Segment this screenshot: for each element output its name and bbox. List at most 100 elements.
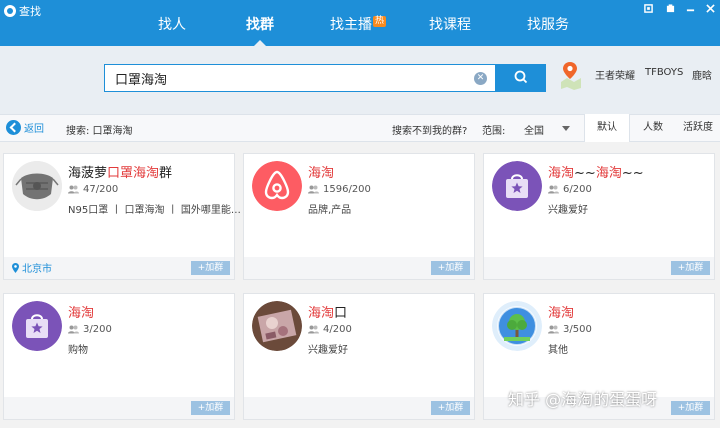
join-group-button[interactable]: +加群 <box>191 261 230 275</box>
search-area: ✕ 王者荣耀 TFBOYS 鹿晗 <box>0 46 720 114</box>
group-tags: 购物 <box>68 345 88 356</box>
group-title[interactable]: 海淘~~海淘~~ <box>548 162 644 181</box>
search-button[interactable] <box>496 64 546 92</box>
tab-label: 找主播 <box>329 17 372 33</box>
members-icon <box>308 325 319 334</box>
title-highlight: 海淘 <box>308 166 335 181</box>
tab-find-groups[interactable]: 找群 <box>234 12 286 46</box>
group-card[interactable]: 海淘口 4/200 兴趣爱好 +加群 <box>243 293 475 420</box>
title-highlight: 海淘 <box>308 306 335 321</box>
member-count: 1596/200 <box>308 184 371 195</box>
join-group-button[interactable]: +加群 <box>671 401 710 415</box>
range-select[interactable]: 全国 <box>524 122 544 137</box>
join-group-button[interactable]: +加群 <box>431 401 470 415</box>
title-highlight: 海淘 <box>595 166 622 181</box>
chevron-down-icon[interactable] <box>562 126 570 131</box>
search-box: ✕ <box>104 64 496 92</box>
nav-tabs: 找人 找群 找主播热 找课程 找服务 <box>0 12 720 46</box>
location: 北京市 <box>12 260 52 275</box>
title-part: 群 <box>159 166 173 181</box>
watermark: 知乎 @海淘的蛋蛋呀 <box>508 390 658 409</box>
group-title[interactable]: 海淘口 <box>308 302 347 321</box>
member-count: 3/200 <box>68 324 112 335</box>
member-count-text: 3/500 <box>563 324 592 335</box>
group-title[interactable]: 海淘 <box>308 162 334 181</box>
back-arrow-icon <box>6 120 21 135</box>
back-button[interactable]: 返回 <box>6 120 44 135</box>
title-highlight: 海淘 <box>548 306 575 321</box>
hot-word[interactable]: 王者荣耀 <box>595 67 635 82</box>
member-count: 3/500 <box>548 324 592 335</box>
results-toolbar: 返回 搜索: 口罩海淘 搜索不到我的群? 范围: 全国 默认 人数 活跃度 <box>0 114 720 142</box>
member-count: 47/200 <box>68 184 118 195</box>
member-count-text: 1596/200 <box>323 184 371 195</box>
sort-tab-default[interactable]: 默认 <box>584 114 630 142</box>
shopping-bag-avatar <box>492 161 542 211</box>
search-input[interactable] <box>115 69 465 87</box>
card-footer: 北京市 +加群 <box>4 257 234 279</box>
member-count: 4/200 <box>308 324 352 335</box>
shopping-bag-avatar <box>12 301 62 351</box>
members-icon <box>548 185 559 194</box>
sort-tab-members[interactable]: 人数 <box>630 114 676 142</box>
members-icon <box>68 185 79 194</box>
search-icon <box>514 70 528 83</box>
hot-word[interactable]: TFBOYS <box>645 67 683 78</box>
card-footer: +加群 <box>484 257 714 279</box>
join-group-button[interactable]: +加群 <box>431 261 470 275</box>
airbnb-logo-avatar <box>252 161 302 211</box>
card-footer: +加群 <box>4 397 234 419</box>
hot-word[interactable]: 鹿晗 <box>692 67 712 82</box>
group-tags: 兴趣爱好 <box>308 345 348 356</box>
not-found-link[interactable]: 搜索不到我的群? <box>392 122 467 137</box>
title-part: 海菠萝 <box>68 166 108 181</box>
member-count-text: 4/200 <box>323 324 352 335</box>
group-card[interactable]: 海淘 3/200 购物 +加群 <box>3 293 235 420</box>
globe-tree-avatar <box>492 301 542 351</box>
tab-label: 找服务 <box>527 17 569 33</box>
title-highlight: 海淘 <box>68 306 95 321</box>
tab-find-streamers[interactable]: 找主播热 <box>324 12 392 46</box>
group-tags: 其他 <box>548 345 568 356</box>
title-part: 口 <box>334 306 348 321</box>
member-count-text: 6/200 <box>563 184 592 195</box>
member-count-text: 3/200 <box>83 324 112 335</box>
member-count-text: 47/200 <box>83 184 119 195</box>
hot-badge: 热 <box>372 16 386 27</box>
group-title[interactable]: 海淘 <box>68 302 94 321</box>
location-pin-icon[interactable] <box>558 60 584 90</box>
join-group-button[interactable]: +加群 <box>671 261 710 275</box>
join-group-button[interactable]: +加群 <box>191 401 230 415</box>
card-footer: +加群 <box>244 397 474 419</box>
sort-tab-activity[interactable]: 活跃度 <box>676 114 720 142</box>
tab-label: 找课程 <box>429 17 471 33</box>
group-tags: N95口罩 丨 口罩海淘 丨 国外哪里能… <box>68 205 241 216</box>
group-card[interactable]: 海菠萝口罩海淘群 47/200 N95口罩 丨 口罩海淘 丨 国外哪里能… 北京… <box>3 153 241 280</box>
member-count: 6/200 <box>548 184 592 195</box>
title-highlight: 海淘 <box>548 166 575 181</box>
range-label: 范围: <box>482 126 506 137</box>
clear-icon[interactable]: ✕ <box>474 72 487 85</box>
title-part: ~~ <box>621 166 644 181</box>
search-query-label: 搜索: 口罩海淘 <box>66 126 133 137</box>
group-title[interactable]: 海菠萝口罩海淘群 <box>68 162 172 181</box>
group-card[interactable]: 海淘 1596/200 品牌,产品 +加群 <box>243 153 475 280</box>
group-tags: 品牌,产品 <box>308 205 352 216</box>
tab-label: 找群 <box>246 17 274 33</box>
title-bar: 查找 找人 找群 找主播热 找课程 找服务 <box>0 0 720 46</box>
tab-find-courses[interactable]: 找课程 <box>422 12 478 46</box>
location-text: 北京市 <box>22 264 52 275</box>
title-highlight: 口罩海淘 <box>107 166 160 181</box>
members-icon <box>308 185 319 194</box>
title-part: ~~ <box>574 166 596 181</box>
mask-avatar <box>12 161 62 211</box>
group-card[interactable]: 海淘~~海淘~~ 6/200 兴趣爱好 +加群 <box>483 153 715 280</box>
tab-find-services[interactable]: 找服务 <box>520 12 576 46</box>
members-icon <box>68 325 79 334</box>
members-icon <box>548 325 559 334</box>
group-title[interactable]: 海淘 <box>548 302 574 321</box>
group-tags: 兴趣爱好 <box>548 205 588 216</box>
location-icon <box>12 262 19 273</box>
card-footer: +加群 <box>244 257 474 279</box>
tab-find-people[interactable]: 找人 <box>146 12 198 46</box>
